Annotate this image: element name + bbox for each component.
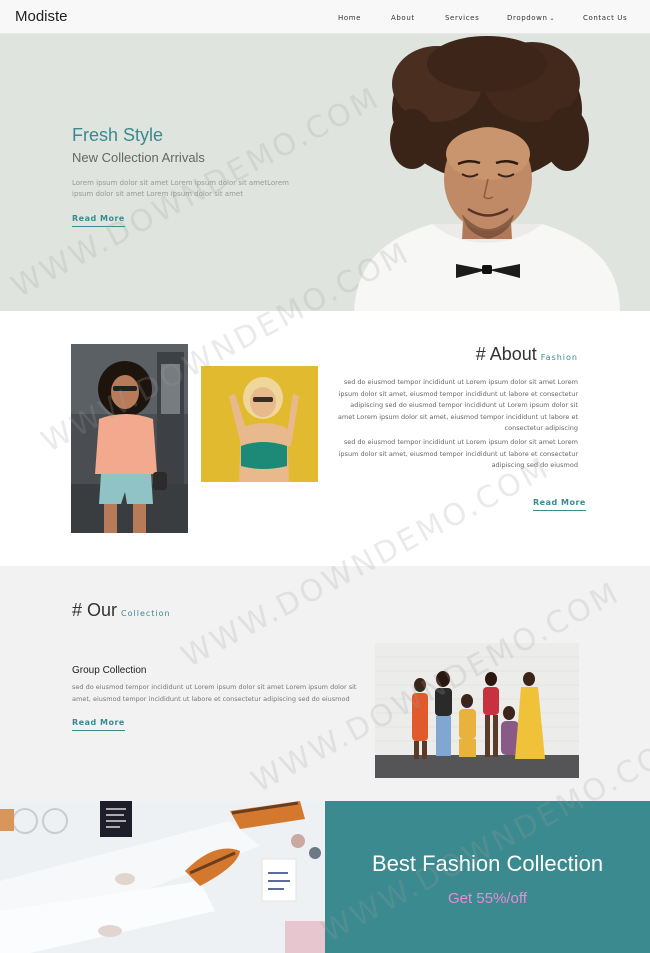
navbar: Modiste Home About Services Dropdown ⌄ Co… xyxy=(0,0,650,34)
hero-title: Fresh Style xyxy=(72,125,164,145)
about-section: # About Fashion sed do eiusmod tempor inc… xyxy=(0,311,650,566)
banner-offer-panel: Best Fashion Collection Get 55%/off xyxy=(325,801,650,953)
group-collection-text: sed do eiusmod tempor incididunt ut Lore… xyxy=(72,683,357,703)
hero-section: Fresh Style New Collection Arrivals Lore… xyxy=(0,34,650,311)
nav-contact[interactable]: Contact Us xyxy=(583,14,627,22)
collection-read-more-button[interactable]: Read More xyxy=(72,718,125,731)
about-paragraph-1: sed do eiusmod tempor incididunt ut Lore… xyxy=(337,378,578,432)
banner-title: Best Fashion Collection xyxy=(371,851,604,876)
about-read-more-button[interactable]: Read More xyxy=(533,498,586,511)
brand-logo[interactable]: Modiste xyxy=(15,8,68,25)
collection-heading-text: # Our xyxy=(72,600,118,620)
hero-text: Lorem ipsum dolor sit amet Lorem ipsum d… xyxy=(72,179,289,198)
about-paragraph-2: sed do eiusmod tempor incididunt ut Lore… xyxy=(338,438,578,469)
about-heading: # About Fashion xyxy=(476,344,578,365)
banner-fashion-image xyxy=(0,801,325,953)
nav-home[interactable]: Home xyxy=(338,14,361,22)
nav-services[interactable]: Services xyxy=(445,14,479,22)
group-collection-image xyxy=(375,643,579,778)
about-model-image-2 xyxy=(201,366,318,482)
hero-model-image xyxy=(354,36,620,311)
about-heading-accent: Fashion xyxy=(540,353,578,362)
collection-section: # Our Collection Group Collection sed do … xyxy=(0,566,650,801)
group-collection-title: Group Collection xyxy=(72,665,147,676)
collection-heading-accent: Collection xyxy=(121,609,171,618)
banner-flatlay-image xyxy=(0,801,325,953)
hero-subtitle: New Collection Arrivals xyxy=(72,150,205,165)
nav-dropdown[interactable]: Dropdown ⌄ xyxy=(507,14,555,22)
nav-dropdown-label: Dropdown xyxy=(507,14,548,22)
nav-about[interactable]: About xyxy=(391,14,415,22)
about-heading-text: # About xyxy=(475,344,537,364)
hero-read-more-button[interactable]: Read More xyxy=(72,214,125,227)
collection-heading: # Our Collection xyxy=(72,600,171,621)
about-model-image-1 xyxy=(71,344,188,533)
banner-offer[interactable]: Get 55%/off xyxy=(325,890,650,907)
chevron-down-icon: ⌄ xyxy=(549,15,556,22)
